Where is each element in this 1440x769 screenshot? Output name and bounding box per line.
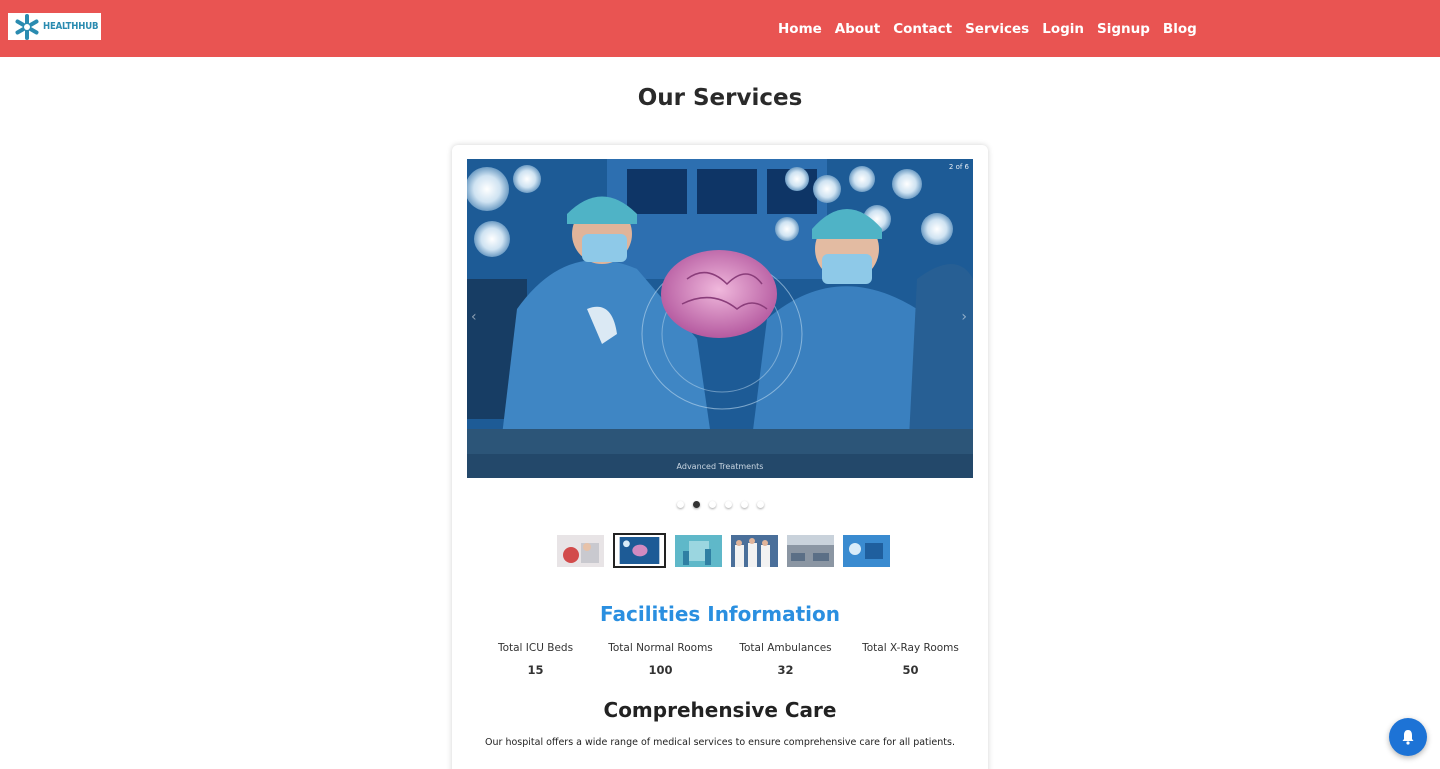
services-card: 2 of 6 ‹ › Advanced Treatments Facilitie… xyxy=(452,145,988,769)
slide-counter: 2 of 6 xyxy=(948,163,969,171)
healthhub-logo[interactable]: HEALTHHUB xyxy=(8,13,101,40)
stat-value: 32 xyxy=(777,663,794,677)
thumbnail-4[interactable] xyxy=(731,534,778,567)
stat-label: Total Ambulances xyxy=(739,642,832,654)
thumbnail-1[interactable] xyxy=(557,534,604,567)
carousel-dot[interactable] xyxy=(756,501,764,508)
thumbnail-6[interactable] xyxy=(843,534,890,567)
stat-value: 100 xyxy=(648,663,673,677)
nav-blog[interactable]: Blog xyxy=(1163,21,1197,37)
carousel-dot-active[interactable] xyxy=(692,501,700,508)
chevron-right-icon[interactable]: › xyxy=(961,309,967,325)
stat-value: 15 xyxy=(527,663,544,677)
stat-label: Total ICU Beds xyxy=(497,642,574,654)
carousel-dot[interactable] xyxy=(740,501,748,508)
stat-normal-rooms: Total Normal Rooms 100 xyxy=(598,642,723,677)
carousel-dot[interactable] xyxy=(724,501,732,508)
stat-label: Total Normal Rooms xyxy=(608,642,713,654)
logo-star-icon xyxy=(15,13,39,40)
slide-image-surgery xyxy=(467,159,973,478)
thumbnail-3[interactable] xyxy=(675,534,722,567)
care-title: Comprehensive Care xyxy=(603,698,837,722)
carousel-slide[interactable]: 2 of 6 ‹ › Advanced Treatments xyxy=(467,159,973,478)
care-description: Our hospital offers a wide range of medi… xyxy=(485,737,955,748)
nav-home[interactable]: Home xyxy=(778,21,822,37)
thumbnail-2-active[interactable] xyxy=(613,533,666,568)
facilities-stats: Total ICU Beds 15 Total Normal Rooms 100… xyxy=(473,642,973,677)
nav-services[interactable]: Services xyxy=(965,21,1029,37)
nav-contact[interactable]: Contact xyxy=(893,21,952,37)
page-title: Our Services xyxy=(637,85,803,111)
stat-xray-rooms: Total X-Ray Rooms 50 xyxy=(848,642,973,677)
slide-caption: Advanced Treatments xyxy=(676,461,764,471)
chevron-left-icon[interactable]: ‹ xyxy=(471,309,477,325)
main-nav: Home About Contact Services Login Signup… xyxy=(778,0,1197,57)
carousel-dot[interactable] xyxy=(708,501,716,508)
stat-value: 50 xyxy=(902,663,919,677)
carousel-dots xyxy=(452,501,988,508)
notification-button[interactable] xyxy=(1389,718,1427,756)
nav-signup[interactable]: Signup xyxy=(1097,21,1150,37)
facilities-title: Facilities Information xyxy=(600,602,840,626)
stat-icu-beds: Total ICU Beds 15 xyxy=(473,642,598,677)
stat-label: Total X-Ray Rooms xyxy=(862,642,959,654)
top-navbar: HEALTHHUB Home About Contact Services Lo… xyxy=(0,0,1440,57)
logo-text: HEALTHHUB xyxy=(43,21,99,32)
thumbnail-5[interactable] xyxy=(787,534,834,567)
carousel-thumbnails xyxy=(557,533,890,568)
stat-ambulances: Total Ambulances 32 xyxy=(723,642,848,677)
nav-login[interactable]: Login xyxy=(1042,21,1084,37)
slide-caption-bar: Advanced Treatments xyxy=(467,454,973,478)
carousel-dot[interactable] xyxy=(676,501,684,508)
bell-icon xyxy=(1402,730,1414,745)
nav-about[interactable]: About xyxy=(835,21,880,37)
